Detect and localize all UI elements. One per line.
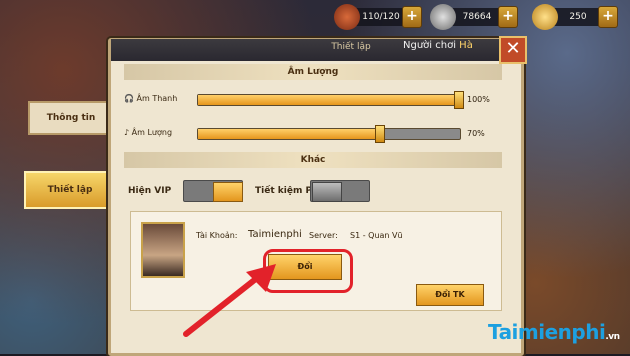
music-label: 🎧 Âm Thanh [124,94,177,103]
resource-bar: 110/120 + 78664 + 250 + [330,4,630,30]
ingot-value: 250 [569,12,587,22]
coin-counter: 78664 + [430,4,518,30]
music-volume-handle[interactable] [454,91,464,109]
energy-value: 110/120 [362,12,400,22]
tab-info[interactable]: Thông tin [28,101,114,135]
tab-info-label: Thông tin [46,113,96,123]
account-name: Taimienphi [248,229,302,240]
effects-volume-value: 70% [467,129,485,138]
tab-settings[interactable]: Thiết lập [24,171,116,209]
avatar [141,222,185,278]
pointer-arrow-icon [183,264,276,337]
energy-icon [334,4,360,30]
effects-label-text: Âm Lượng [131,128,173,137]
tab-settings-label: Thiết lập [47,185,93,195]
ingot-icon [532,4,558,30]
vip-toggle[interactable] [183,180,243,202]
close-icon: ✕ [505,38,521,59]
watermark-logo: Taimienphi.vn [488,320,620,344]
server-label: Server: [309,231,338,240]
coin-icon [430,4,456,30]
music-volume-value: 100% [467,95,490,104]
ingot-counter: 250 + [532,4,618,30]
music-volume-slider[interactable] [197,91,464,109]
add-ingot-button[interactable]: + [598,6,618,28]
player-label: Người chơi [403,40,456,51]
battery-toggle-knob [312,182,342,202]
close-button[interactable]: ✕ [499,36,527,64]
effects-label: ♪ Âm Lượng [124,128,172,137]
account-label: Tài Khoản: [196,231,238,240]
battery-saver-toggle[interactable] [310,180,370,202]
panel-header: Thiết lập Người chơi Hà [111,39,521,61]
panel-title: Thiết lập [331,42,371,52]
add-energy-button[interactable]: + [402,6,422,28]
server-value: S1 - Quan Vũ [350,231,403,240]
other-section-header: Khác [124,152,502,168]
effects-volume-handle[interactable] [375,125,386,143]
music-label-text: Âm Thanh [136,94,178,103]
energy-counter: 110/120 + [334,4,422,30]
add-coin-button[interactable]: + [498,6,518,28]
vip-label: Hiện VIP [128,186,172,196]
music-volume-fill [198,95,460,105]
volume-section-header: Âm Lượng [124,64,502,80]
change-account-button[interactable]: Đổi TK [416,284,484,306]
player-name: Người chơi Hà [403,35,473,57]
vip-toggle-knob [213,182,243,202]
coin-value: 78664 [462,12,492,22]
music-note-icon: ♪ [124,128,130,137]
effects-volume-slider[interactable] [197,125,461,143]
headphones-icon: 🎧 [124,94,134,103]
effects-volume-fill [198,129,382,139]
player-value: Hà [459,40,473,51]
